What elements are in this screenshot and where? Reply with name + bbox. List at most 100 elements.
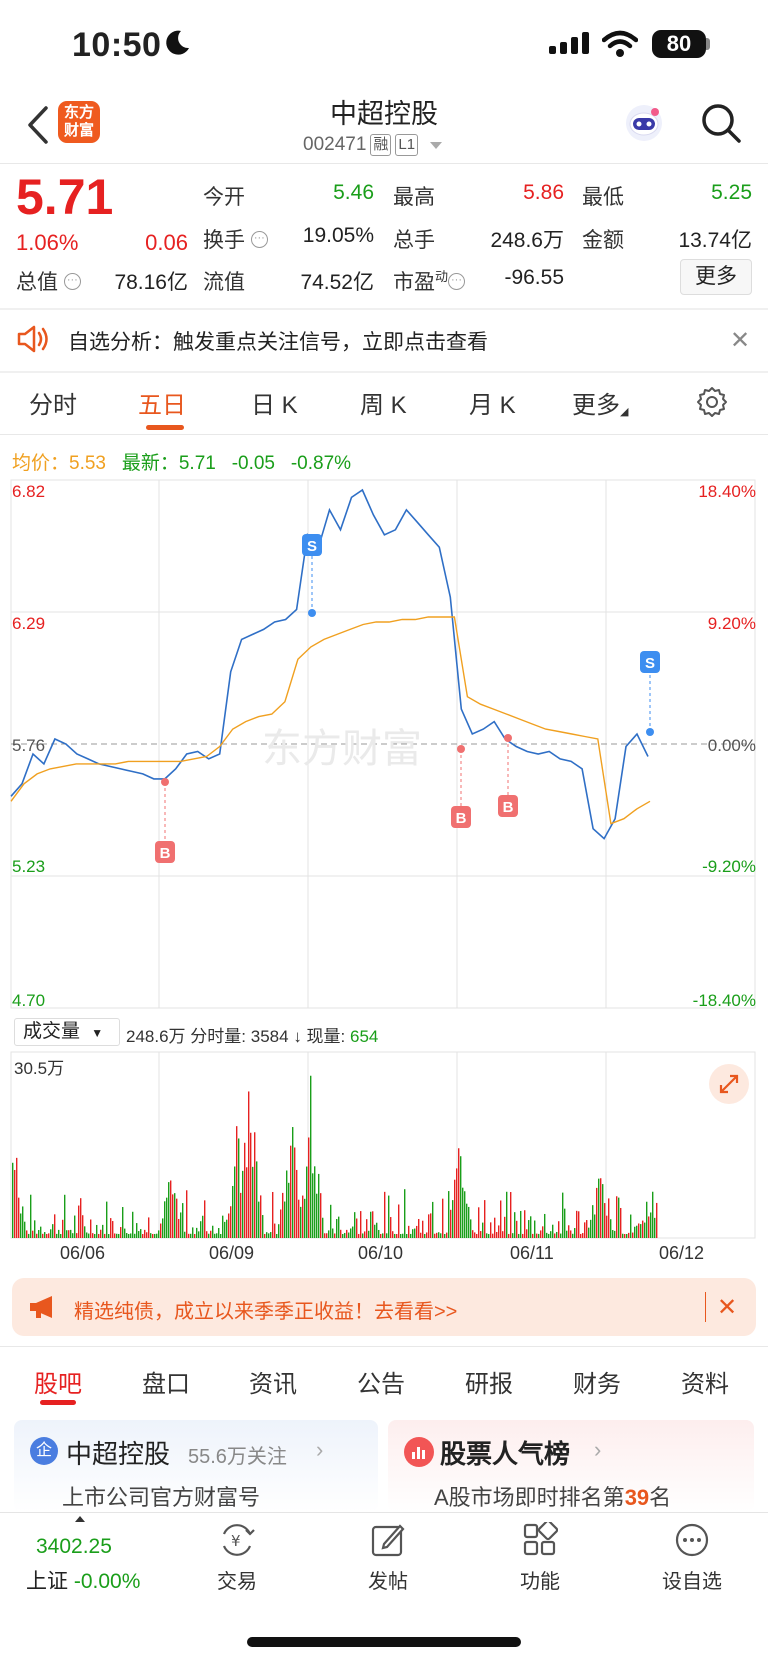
volume-bar [170,1180,172,1238]
volume-bar [62,1219,64,1238]
tab-more[interactable]: 更多◢ [572,385,628,420]
index-value[interactable]: 3402.25 [36,1535,112,1559]
index-summary[interactable]: 上证 -0.00% [26,1565,140,1595]
tab-announcements[interactable]: 公告 [357,1364,405,1399]
volume-bar [168,1182,170,1238]
tab-research[interactable]: 研报 [465,1364,513,1399]
volume-bar [336,1219,338,1238]
volume-bar [40,1226,42,1238]
quote-label-total-value[interactable]: 总值 ··· [16,266,81,296]
nav-functions[interactable]: 功能 [495,1565,585,1594]
avg-price-line [10,616,651,825]
volume-bar [586,1220,588,1238]
volume-bar [242,1170,244,1238]
volume-bar [624,1233,626,1238]
volume-bar [240,1192,242,1238]
battery-tip [706,38,710,50]
volume-bar [48,1233,50,1238]
volume-bar [442,1198,444,1238]
more-circle-icon[interactable] [674,1522,710,1558]
volume-bar [44,1232,46,1238]
volume-bar [522,1233,524,1238]
sell-marker[interactable]: S [302,534,322,617]
volume-bar [456,1168,458,1238]
tab-five-day[interactable]: 五日 [138,385,186,420]
volume-bar [118,1233,120,1238]
robot-assistant-icon[interactable] [624,103,664,143]
arrow-down-icon: ↓ [293,1027,302,1046]
volume-bar [342,1233,344,1238]
volume-bar [382,1233,384,1238]
volume-bar [612,1230,614,1238]
search-icon[interactable] [700,102,742,144]
volume-bar [216,1233,218,1238]
volume-bar [414,1228,416,1238]
ad-text[interactable]: 精选纯债，成立以来季季正收益！去看看>> [74,1295,457,1324]
trade-icon[interactable]: ¥ [218,1522,256,1558]
nav-trade[interactable]: 交易 [192,1565,282,1594]
volume-bar [20,1213,22,1238]
price-axis-label: 6.82 [12,482,46,501]
divider [0,308,768,310]
gear-icon[interactable] [696,386,728,418]
volume-bar [600,1178,602,1238]
quote-label-turnover[interactable]: 换手 ··· [203,224,268,254]
date-label: 06/10 [358,1243,404,1263]
tab-intraday[interactable]: 分时 [29,385,77,420]
volume-select-label: 成交量 [23,1021,81,1042]
volume-bar [538,1233,540,1238]
stock-code-row[interactable]: 002471 融 L1 [303,134,443,156]
volume-chart[interactable] [0,1050,768,1240]
volume-bar [378,1229,380,1238]
volume-bar [70,1229,72,1238]
nav-post[interactable]: 发帖 [343,1565,433,1594]
volume-bar [166,1197,168,1238]
volume-bar [12,1162,14,1238]
nav-add-watchlist[interactable]: 设自选 [647,1565,737,1594]
quote-label-pe[interactable]: 市盈动 ··· [393,266,466,296]
volume-bar [334,1233,336,1238]
volume-bar [416,1225,418,1238]
volume-bar [50,1229,52,1238]
close-icon[interactable]: ✕ [730,326,750,355]
volume-bar [32,1230,34,1238]
tab-weekly-k[interactable]: 周 K [360,385,407,420]
tab-financials[interactable]: 财务 [573,1364,621,1399]
tab-profile[interactable]: 资料 [681,1364,729,1399]
volume-bar [246,1167,248,1238]
volume-bar [98,1233,100,1238]
volume-bar [280,1209,282,1238]
volume-bar [200,1221,202,1238]
volume-bar [124,1228,126,1238]
volume-indicator-select[interactable]: 成交量 ▼ [14,1018,120,1046]
volume-bar [22,1206,24,1238]
volume-bar [514,1212,516,1238]
chevron-right-icon: › [594,1437,602,1462]
tab-order-book[interactable]: 盘口 [142,1364,190,1399]
volume-bar [596,1187,598,1238]
volume-bars [12,1075,658,1238]
volume-bar [480,1231,482,1238]
volume-bar [230,1206,232,1238]
tab-news[interactable]: 资讯 [249,1364,297,1399]
buy-marker[interactable]: B [155,778,175,863]
volume-bar [512,1233,514,1238]
sell-marker[interactable]: S [640,651,660,736]
tab-monthly-k[interactable]: 月 K [469,385,516,420]
volume-bar [146,1232,148,1238]
volume-bar [394,1233,396,1238]
notice-text[interactable]: 自选分析：触发重点关注信号，立即点击查看 [68,326,488,356]
volume-bar [76,1233,78,1238]
apps-grid-icon[interactable] [522,1522,558,1558]
close-icon[interactable]: ✕ [717,1293,737,1322]
buy-marker[interactable]: B [451,745,471,828]
caret-down-icon: ▼ [91,1026,104,1040]
tab-daily-k[interactable]: 日 K [251,385,298,420]
volume-bar [24,1221,26,1238]
compose-icon[interactable] [370,1522,406,1558]
volume-bar [244,1142,246,1238]
more-button[interactable]: 更多 [680,259,752,295]
volume-bar [460,1156,462,1238]
five-day-price-chart[interactable]: 东方财富 B S B B S [0,470,768,1030]
tab-stock-forum[interactable]: 股吧 [34,1364,82,1399]
